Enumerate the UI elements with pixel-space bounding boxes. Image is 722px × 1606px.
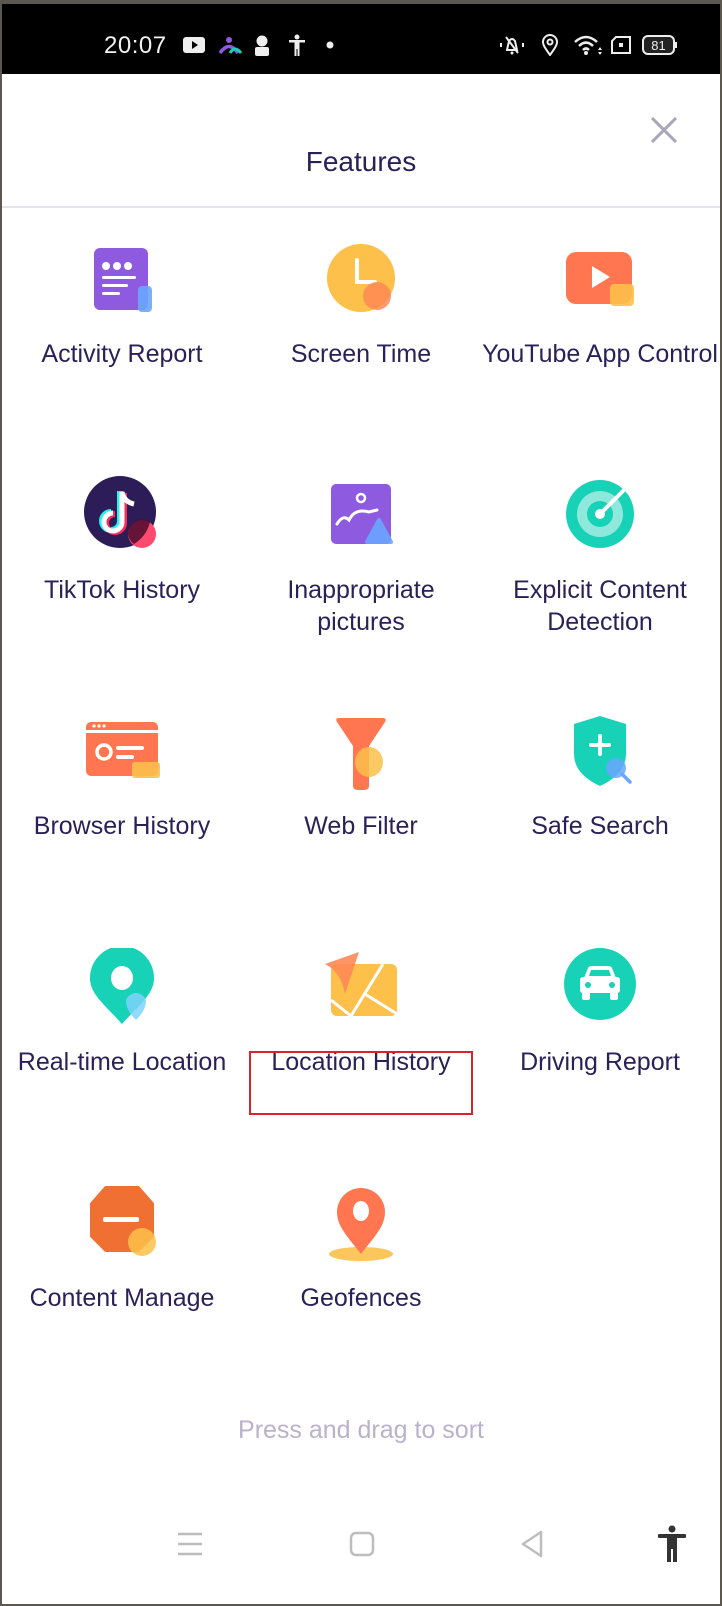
feature-label: Screen Time [290, 340, 432, 368]
feature-label: Explicit Content Detection [513, 576, 687, 636]
funnel-icon [321, 712, 401, 792]
geofence-pin-icon [321, 1184, 401, 1264]
feature-label: Browser History [33, 812, 211, 840]
accessibility-button[interactable] [652, 1524, 692, 1564]
feature-label: Driving Report [520, 1048, 680, 1076]
car-icon [560, 948, 640, 1028]
feature-browser-history[interactable]: Browser History [2, 682, 242, 902]
feature-label: Geofences [300, 1284, 422, 1312]
dot-icon [324, 34, 336, 56]
phone-screen: 20:07 81 Features Activity Report Screen… [2, 4, 720, 1604]
shield-search-icon [560, 712, 640, 792]
feature-activity-report[interactable]: Activity Report [2, 210, 242, 430]
wifi-icon [572, 34, 604, 56]
radar-icon [560, 476, 640, 556]
feature-youtube-app-control[interactable]: YouTube App Control [480, 210, 720, 430]
accessibility-icon [287, 34, 307, 56]
youtube-icon [182, 34, 206, 56]
location-history-highlight [249, 1051, 473, 1115]
map-icon [321, 948, 401, 1028]
feature-geofences[interactable]: Geofences [241, 1154, 481, 1374]
feature-label: Activity Report [41, 340, 203, 368]
family-app-icon [218, 34, 242, 56]
back-button[interactable] [512, 1524, 552, 1564]
feature-label: YouTube App Control [482, 340, 718, 368]
block-icon [82, 1184, 162, 1264]
feature-driving-report[interactable]: Driving Report [480, 918, 720, 1138]
location-icon [540, 34, 560, 56]
feature-label: Content Manage [29, 1284, 215, 1312]
back-triangle-icon [521, 1530, 543, 1558]
navigation-bar [2, 1504, 720, 1604]
accessibility-icon [658, 1525, 686, 1562]
feature-tiktok-history[interactable]: TikTok History [2, 446, 242, 666]
feature-safe-search[interactable]: Safe Search [480, 682, 720, 902]
clock-icon [321, 240, 401, 320]
feature-explicit-content-detection[interactable]: Explicit Content Detection [480, 446, 720, 666]
feature-inappropriate-pictures[interactable]: Inappropriate pictures [241, 446, 481, 666]
header: Features [2, 74, 720, 208]
browser-icon [82, 712, 162, 792]
status-bar: 20:07 81 [2, 4, 720, 74]
close-icon [650, 116, 678, 144]
avatar-notification-icon [252, 34, 272, 56]
battery-level: 81 [651, 38, 665, 53]
home-square-icon [349, 1531, 375, 1557]
sort-hint: Press and drag to sort [238, 1416, 484, 1444]
home-button[interactable] [342, 1524, 382, 1564]
feature-label: Inappropriate pictures [287, 576, 435, 636]
vibrate-icon [496, 34, 528, 56]
feature-web-filter[interactable]: Web Filter [241, 682, 481, 902]
feature-screen-time[interactable]: Screen Time [241, 210, 481, 430]
page-title: Features [305, 146, 417, 177]
battery-icon: 81 [642, 34, 678, 56]
sim-icon [610, 34, 632, 56]
status-time: 20:07 [104, 32, 167, 59]
recents-button[interactable] [170, 1524, 210, 1564]
youtube-play-icon [560, 240, 640, 320]
feature-content-manage[interactable]: Content Manage [2, 1154, 242, 1374]
feature-real-time-location[interactable]: Real-time Location [2, 918, 242, 1138]
feature-label: Real-time Location [17, 1048, 227, 1076]
location-pin-icon [82, 946, 162, 1028]
activity-report-icon [82, 240, 162, 320]
feature-label: Safe Search [531, 812, 669, 840]
feature-label: Web Filter [304, 812, 418, 840]
menu-lines-icon [178, 1532, 202, 1556]
tiktok-icon [82, 476, 162, 556]
close-button[interactable] [648, 114, 680, 146]
feature-label: TikTok History [43, 576, 201, 604]
image-icon [321, 476, 401, 556]
